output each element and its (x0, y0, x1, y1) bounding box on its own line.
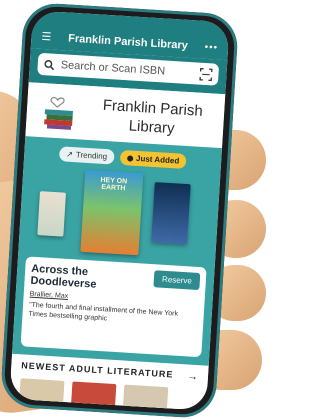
trending-icon: ↗ (66, 150, 73, 159)
search-icon (43, 59, 55, 71)
phone-frame: ☰ Franklin Parish Library ••• Search or … (0, 2, 239, 419)
book-cover-selected[interactable]: HEY ON EARTH (80, 170, 143, 255)
library-name: Franklin Parish Library (86, 95, 219, 141)
more-dots-icon[interactable]: ••• (204, 42, 218, 54)
section-title: NEWEST ADULT LITERATURE (21, 360, 174, 380)
book-title[interactable]: Across the Doodleverse (30, 263, 154, 294)
book-carousel[interactable]: HEY ON EARTH (18, 166, 220, 268)
cover-text: HEY ON EARTH (88, 176, 139, 193)
tab-label: Just Added (136, 154, 180, 166)
barcode-scan-icon[interactable] (199, 67, 213, 81)
book-thumbnail[interactable] (70, 381, 116, 410)
book-thumbnail[interactable] (18, 378, 64, 410)
book-thumbnail[interactable] (122, 385, 168, 411)
phone-screen: ☰ Franklin Parish Library ••• Search or … (9, 10, 229, 410)
tab-just-added[interactable]: Just Added (120, 150, 187, 169)
library-books-logo (38, 91, 80, 133)
featured-section: ↗ Trending Just Added HEY ON EARTH Acros… (12, 136, 222, 366)
reserve-button[interactable]: Reserve (154, 270, 201, 290)
book-cover[interactable] (151, 182, 191, 244)
book-thumbnails (18, 378, 197, 410)
dot-icon (127, 155, 133, 161)
app-title: Franklin Parish Library (51, 32, 205, 53)
feature-tabs: ↗ Trending Just Added (30, 144, 216, 170)
search-input[interactable]: Search or Scan ISBN (37, 53, 219, 86)
tab-label: Trending (76, 150, 108, 161)
book-detail-card: Across the Doodleverse Reserve Brallier,… (21, 256, 207, 357)
arrow-right-icon[interactable]: → (187, 370, 199, 383)
tab-trending[interactable]: ↗ Trending (59, 146, 115, 164)
search-placeholder: Search or Scan ISBN (60, 59, 193, 79)
book-cover[interactable] (37, 191, 66, 237)
